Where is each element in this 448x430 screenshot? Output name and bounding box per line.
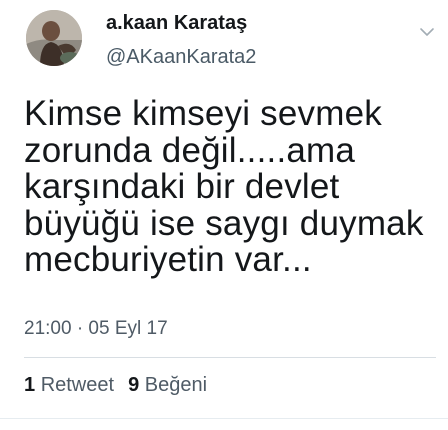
chevron-down-icon[interactable] [419,24,435,40]
author-display-name[interactable]: a.kaan Karataş [106,12,247,35]
like-count-link[interactable]: 9 Beğeni [128,374,207,396]
like-count: 9 [128,374,140,396]
tweet-text-line: mecburiyetin var... [24,240,312,279]
like-label: Beğeni [144,374,208,396]
divider [24,357,436,358]
tweet-card: a.kaan Karataş @AKaanKarata2 Kimse kimse… [0,0,448,430]
tweet-text: Kimse kimseyi sevmek zorunda değil.....a… [24,94,434,279]
user-avatar-photo [26,10,82,66]
tweet-text-line: karşındaki bir devlet [24,167,340,206]
author-handle[interactable]: @AKaanKarata2 [106,46,256,69]
tweet-timestamp[interactable]: 21:00 · 05 Eyl 17 [24,318,168,340]
tweet-text-line: büyüğü ise saygı duymak [24,203,424,243]
tweet-text-line: Kimse kimseyi sevmek [24,94,382,133]
divider [0,418,448,419]
avatar[interactable] [26,10,82,66]
tweet-stats: 1 Retweet 9 Beğeni [24,374,207,397]
retweet-count: 1 [24,374,36,396]
tweet-text-line: zorunda değil.....ama [24,130,356,170]
retweet-label: Retweet [40,374,115,396]
retweet-count-link[interactable]: 1 Retweet [24,374,114,396]
